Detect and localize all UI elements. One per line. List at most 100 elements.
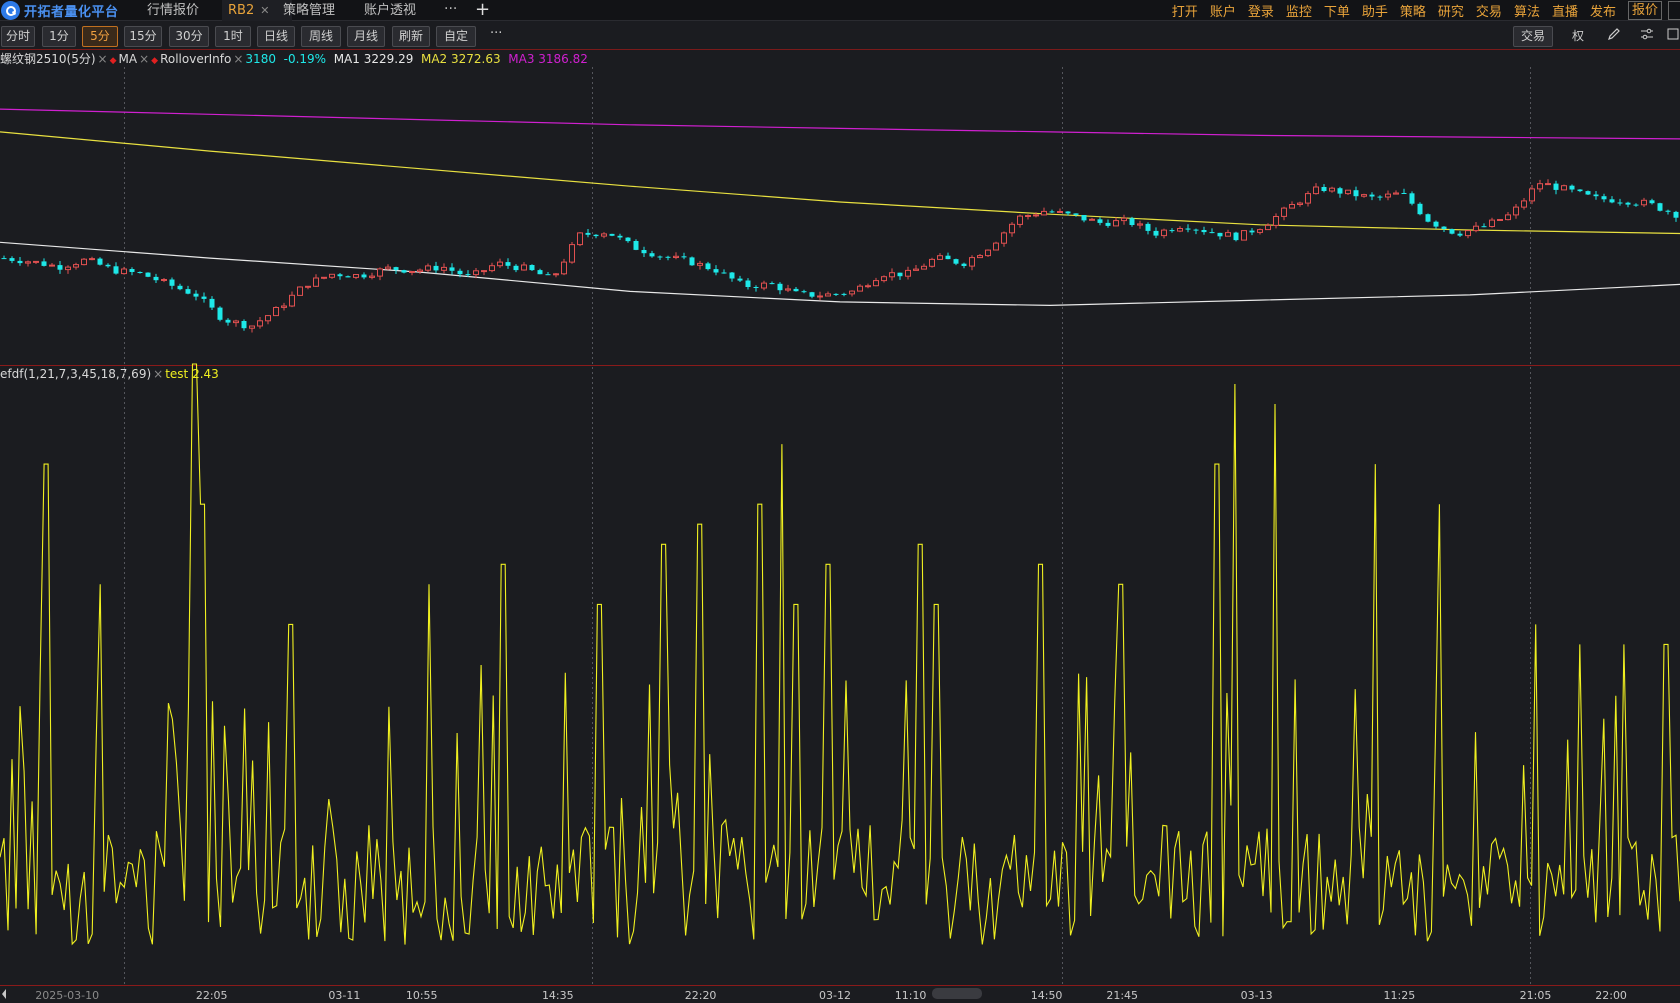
more-tabs-icon[interactable]: ··· <box>444 0 457 21</box>
ma1-value: MA1 3229.29 <box>333 52 414 66</box>
close-icon[interactable]: × <box>139 52 149 66</box>
candle-body <box>1249 230 1255 233</box>
top-menu: 打开 账户 登录 监控 下单 助手 策略 研究 交易 算法 直播 发布 报价 <box>1172 0 1680 21</box>
candle-body <box>1345 189 1351 195</box>
close-icon[interactable]: × <box>233 52 243 66</box>
rights-adjust-icon[interactable]: 权 <box>1569 27 1587 45</box>
candle-body <box>401 270 407 273</box>
candle-body <box>625 237 631 242</box>
candle-body <box>1569 185 1575 190</box>
tab-market-quotes[interactable]: 行情报价 <box>141 0 205 21</box>
period-button-weekly[interactable]: 周线 <box>301 26 341 47</box>
rollover-indicator-label[interactable]: RolloverInfo <box>160 52 231 66</box>
trade-button[interactable]: 交易 <box>1513 26 1553 47</box>
toggle-icon[interactable] <box>1664 27 1680 45</box>
candle-body <box>977 255 983 259</box>
candle-body <box>1481 226 1487 228</box>
candle-body <box>241 321 247 329</box>
candle-body <box>929 258 935 267</box>
menu-publish[interactable]: 发布 <box>1590 1 1616 20</box>
candle-body <box>89 258 95 261</box>
refresh-button[interactable]: 刷新 <box>392 26 430 47</box>
candle-body <box>409 271 415 273</box>
candle-body <box>281 305 287 308</box>
menu-login[interactable]: 登录 <box>1248 1 1274 20</box>
menu-quote[interactable]: 报价 <box>1627 1 1662 20</box>
menu-open[interactable]: 打开 <box>1172 1 1198 20</box>
candle-body <box>121 268 127 275</box>
candle-body <box>321 276 327 279</box>
candle-body <box>353 274 359 278</box>
chart-canvas[interactable]: 2025-03-10 22:05 03-11 10:55 14:35 22:20 03-12… <box>0 0 1680 1003</box>
candle-body <box>801 291 807 293</box>
tab-account-view[interactable]: 账户透视 <box>358 0 422 21</box>
menu-monitor[interactable]: 监控 <box>1286 1 1312 20</box>
tab-strategy-manage[interactable]: 策略管理 <box>277 0 341 21</box>
menu-research[interactable]: 研究 <box>1438 1 1464 20</box>
period-button-1h[interactable]: 1时 <box>215 26 251 47</box>
menu-algo[interactable]: 算法 <box>1514 1 1540 20</box>
candle-body <box>817 295 823 298</box>
add-tab-icon[interactable]: + <box>475 0 490 21</box>
candle-body <box>481 270 487 273</box>
candle-body <box>593 234 599 237</box>
menu-account[interactable]: 账户 <box>1210 1 1236 20</box>
candle-body <box>305 285 311 288</box>
candle-body <box>865 285 871 288</box>
menu-overflow[interactable] <box>1668 1 1680 20</box>
candle-body <box>441 266 447 271</box>
candle-body <box>449 267 455 271</box>
candle-body <box>1017 215 1023 225</box>
candle-body <box>665 256 671 258</box>
candle-body <box>473 270 479 276</box>
more-periods-icon[interactable]: ··· <box>490 26 502 41</box>
period-button-tick[interactable]: 分时 <box>1 26 35 47</box>
candle-body <box>193 293 199 297</box>
menu-strategy[interactable]: 策略 <box>1400 1 1426 20</box>
candle-body <box>1417 203 1423 215</box>
period-button-1m[interactable]: 1分 <box>42 26 76 47</box>
candle-body <box>161 279 167 281</box>
settings-icon[interactable] <box>1638 27 1656 45</box>
candle-body <box>993 242 999 251</box>
candle-body <box>337 274 343 277</box>
candle-body <box>17 260 23 264</box>
candle-body <box>433 265 439 271</box>
period-button-15m[interactable]: 15分 <box>124 26 162 47</box>
candle-body <box>225 319 231 323</box>
menu-trade[interactable]: 交易 <box>1476 1 1502 20</box>
period-button-30m[interactable]: 30分 <box>169 26 209 47</box>
tab-label: 行情报价 <box>147 3 200 18</box>
period-button-monthly[interactable]: 月线 <box>347 26 385 47</box>
candle-body <box>1209 232 1215 234</box>
candle-body <box>1585 191 1591 195</box>
candle-body <box>809 292 815 297</box>
custom-period-button[interactable]: 自定 <box>436 26 476 47</box>
close-icon[interactable]: × <box>153 367 163 381</box>
close-icon[interactable]: ✕ <box>260 4 269 17</box>
pencil-icon[interactable] <box>1605 27 1623 45</box>
candle-body <box>313 277 319 287</box>
ma-indicator-label[interactable]: MA <box>119 52 138 66</box>
close-icon[interactable]: × <box>98 52 108 66</box>
time-axis-label: 11:25 <box>1384 989 1416 1002</box>
menu-live[interactable]: 直播 <box>1552 1 1578 20</box>
candle-body <box>177 285 183 290</box>
candle-body <box>1281 207 1287 217</box>
candle-body <box>881 276 887 282</box>
time-axis-label: 03-13 <box>1241 989 1273 1002</box>
menu-assistant[interactable]: 助手 <box>1362 1 1388 20</box>
candle-body <box>145 272 151 277</box>
candle-body <box>777 283 783 291</box>
candle-body <box>361 274 367 278</box>
candle-body <box>585 232 591 235</box>
candle-body <box>1033 214 1039 217</box>
period-button-daily[interactable]: 日线 <box>257 26 295 47</box>
indicator-label[interactable]: efdf(1,21,7,3,45,18,7,69) <box>0 367 151 381</box>
candle-body <box>369 275 375 278</box>
candle-body <box>673 255 679 258</box>
candle-body <box>1153 230 1159 236</box>
menu-order[interactable]: 下单 <box>1324 1 1350 20</box>
candle-body <box>857 285 863 292</box>
period-button-5m[interactable]: 5分 <box>82 26 118 47</box>
